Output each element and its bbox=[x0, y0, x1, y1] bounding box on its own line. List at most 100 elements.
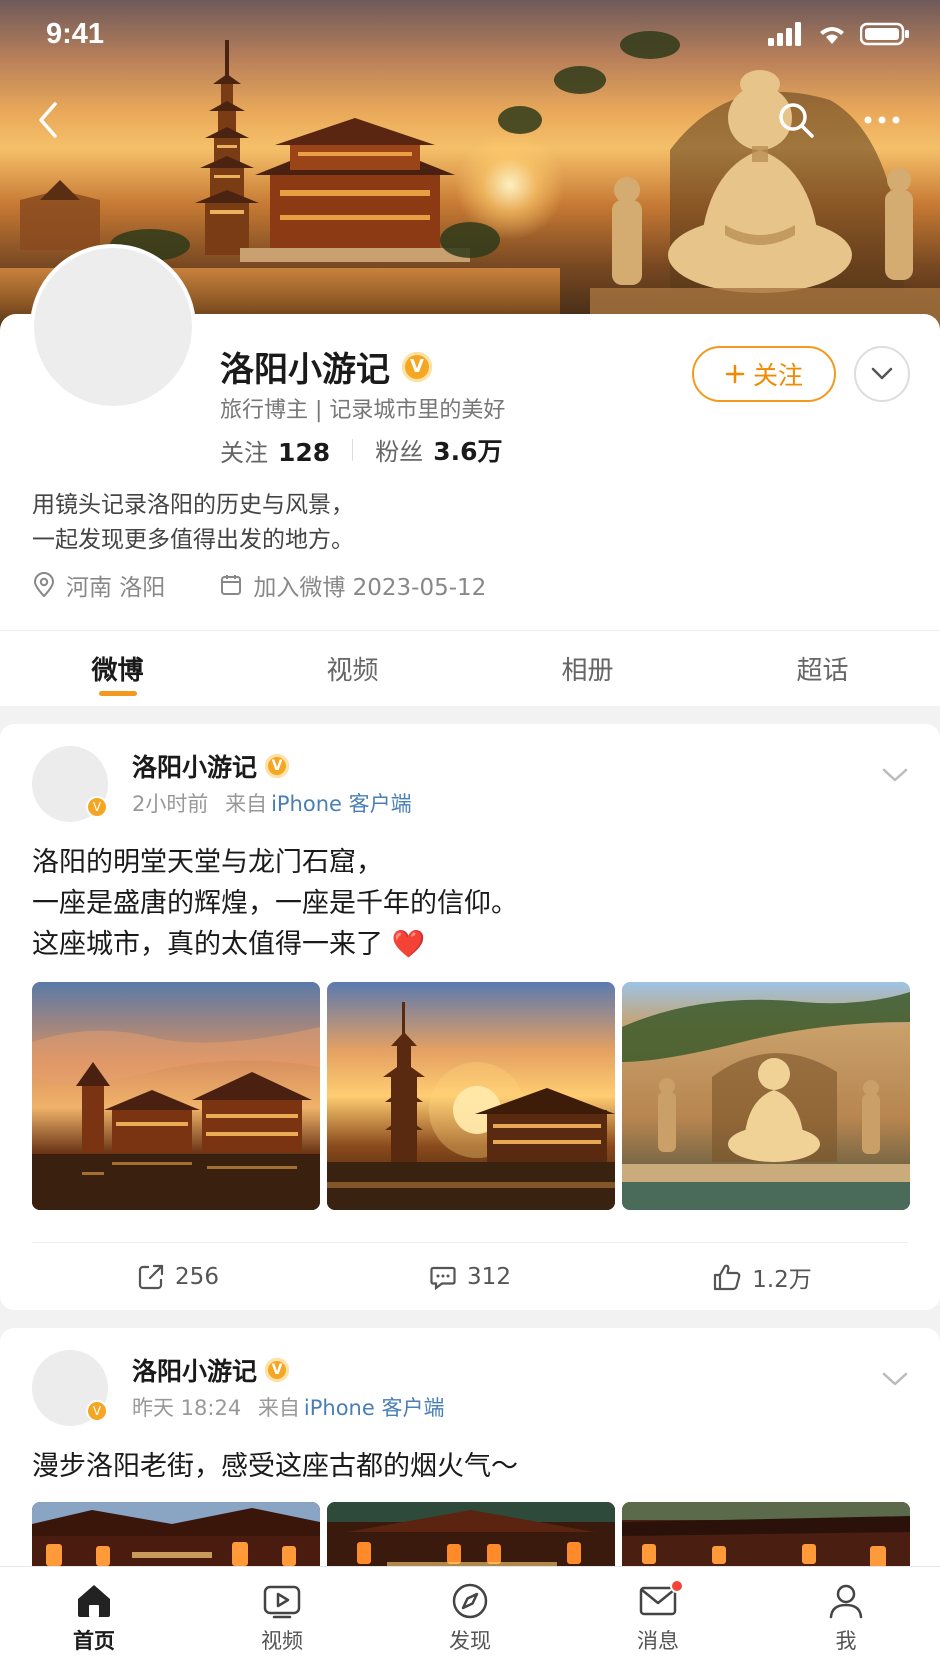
post-actions: 256 312 1.2万 bbox=[32, 1242, 908, 1310]
back-button[interactable] bbox=[20, 92, 76, 148]
post-card[interactable]: V 洛阳小游记 V 2小时前 来自 iPhone 客户端 洛阳的明堂天堂与龙门石窟… bbox=[0, 724, 940, 1310]
post-source[interactable]: iPhone 客户端 bbox=[304, 1396, 445, 1420]
nav-messages[interactable]: 消息 bbox=[564, 1567, 752, 1672]
followers-count: 3.6万 bbox=[433, 437, 503, 466]
post-meta: 2小时前 来自 iPhone 客户端 bbox=[132, 788, 412, 818]
post-text-line: 洛阳的明堂天堂与龙门石窟， bbox=[32, 847, 383, 878]
stat-divider bbox=[352, 439, 354, 461]
bottom-navigation: 首页 视频 发现 消息 我 bbox=[0, 1566, 940, 1672]
post-text-line: 漫步洛阳老街，感受这座古都的烟火气～ bbox=[32, 1451, 518, 1482]
bio-line: 用镜头记录洛阳的历史与风景， bbox=[32, 492, 354, 518]
nav-discover-label: 发现 bbox=[449, 1629, 491, 1653]
verified-badge-icon: V bbox=[265, 754, 290, 778]
chevron-down-icon[interactable] bbox=[880, 760, 910, 790]
post-author-name: 洛阳小游记 bbox=[132, 1357, 258, 1386]
battery-icon bbox=[860, 22, 909, 46]
post-image[interactable] bbox=[622, 982, 910, 1210]
nav-me[interactable]: 我 bbox=[752, 1567, 940, 1672]
profile-join-date: 加入微博 2023-05-12 bbox=[253, 575, 487, 601]
nav-me-label: 我 bbox=[835, 1629, 857, 1653]
verified-badge-icon: V bbox=[265, 1358, 290, 1382]
post-meta: 昨天 18:24 来自 iPhone 客户端 bbox=[132, 1392, 444, 1422]
video-icon bbox=[263, 1585, 301, 1619]
following-label: 关注 bbox=[220, 438, 268, 467]
post-source[interactable]: iPhone 客户端 bbox=[271, 792, 412, 816]
post-author-name: 洛阳小游记 bbox=[132, 753, 258, 782]
post-author[interactable]: 洛阳小游记 V bbox=[132, 748, 290, 784]
chevron-left-icon bbox=[39, 102, 57, 138]
repost-count: 256 bbox=[175, 1263, 219, 1290]
plus-icon bbox=[725, 364, 745, 384]
comment-button[interactable]: 312 bbox=[324, 1243, 616, 1310]
calendar-icon bbox=[221, 575, 242, 595]
post-author-avatar[interactable]: V bbox=[32, 746, 108, 822]
repost-icon bbox=[138, 1264, 164, 1289]
following-count: 128 bbox=[278, 437, 331, 467]
post-card[interactable]: V 洛阳小游记 V 昨天 18:24 来自 iPhone 客户端 漫步洛阳老街，感… bbox=[0, 1328, 940, 1588]
tab-album[interactable]: 相册 bbox=[470, 631, 705, 706]
post-text: 洛阳的明堂天堂与龙门石窟， 一座是盛唐的辉煌，一座是千年的信仰。 这座城市，真的… bbox=[32, 842, 518, 965]
repost-button[interactable]: 256 bbox=[32, 1243, 324, 1310]
post-text: 漫步洛阳老街，感受这座古都的烟火气～ bbox=[32, 1446, 518, 1487]
status-bar: 9:41 bbox=[0, 0, 940, 72]
chevron-down-icon[interactable] bbox=[880, 1364, 910, 1394]
thumbs-up-icon bbox=[714, 1264, 741, 1290]
post-image[interactable] bbox=[327, 982, 615, 1210]
wifi-icon bbox=[820, 27, 844, 44]
nav-video-label: 视频 bbox=[261, 1629, 303, 1653]
chevron-down-icon bbox=[871, 367, 893, 380]
more-horizontal-icon bbox=[864, 116, 900, 124]
profile-avatar[interactable] bbox=[30, 244, 196, 410]
post-image-grid bbox=[32, 982, 910, 1210]
heart-emoji: ❤️ bbox=[391, 929, 426, 960]
profile-name: 洛阳小游记 V bbox=[220, 342, 432, 391]
profile-name-text: 洛阳小游记 bbox=[220, 350, 390, 390]
profile-dropdown-button[interactable] bbox=[854, 346, 910, 402]
location-pin-icon bbox=[33, 572, 55, 598]
profile-description: 旅行博主 | 记录城市里的美好 bbox=[220, 398, 506, 423]
bio-line: 一起发现更多值得出发的地方。 bbox=[32, 527, 354, 553]
nav-messages-label: 消息 bbox=[637, 1629, 679, 1653]
tab-video[interactable]: 视频 bbox=[235, 631, 470, 706]
follow-button[interactable]: 关注 bbox=[692, 346, 836, 402]
verified-badge-icon: V bbox=[402, 351, 432, 382]
comment-count: 312 bbox=[467, 1263, 511, 1290]
like-button[interactable]: 1.2万 bbox=[616, 1243, 908, 1310]
tab-super-topic[interactable]: 超话 bbox=[705, 631, 940, 706]
home-icon bbox=[78, 1585, 110, 1617]
followers-stat[interactable]: 粉丝 3.6万 bbox=[375, 432, 502, 468]
profile-stats: 关注 128 粉丝 3.6万 bbox=[220, 432, 502, 468]
more-options-button[interactable] bbox=[854, 92, 910, 148]
post-image[interactable] bbox=[32, 982, 320, 1210]
person-icon bbox=[829, 1584, 863, 1619]
post-text-line: 一座是盛唐的辉煌，一座是千年的信仰。 bbox=[32, 888, 518, 919]
post-text-line-with-emoji: 这座城市，真的太值得一来了 ❤️ bbox=[32, 924, 518, 965]
unread-badge bbox=[670, 1579, 684, 1593]
status-icons bbox=[768, 22, 910, 46]
follow-button-label: 关注 bbox=[752, 361, 803, 390]
compass-icon bbox=[452, 1583, 488, 1619]
profile-meta: 河南 洛阳 加入微博 2023-05-12 bbox=[32, 568, 486, 602]
verified-badge-icon: V bbox=[86, 1400, 108, 1422]
profile-bio: 用镜头记录洛阳的历史与风景， 一起发现更多值得出发的地方。 bbox=[32, 488, 354, 558]
status-time: 9:41 bbox=[46, 18, 105, 50]
nav-discover[interactable]: 发现 bbox=[376, 1567, 564, 1672]
cellular-signal-icon bbox=[768, 22, 801, 46]
nav-home-label: 首页 bbox=[73, 1629, 115, 1653]
post-author-avatar[interactable]: V bbox=[32, 1350, 108, 1426]
post-time: 2小时前 bbox=[132, 792, 209, 816]
comment-icon bbox=[430, 1266, 456, 1290]
post-from: 来自 bbox=[257, 1396, 300, 1420]
following-stat[interactable]: 关注 128 bbox=[220, 433, 330, 468]
profile-location: 河南 洛阳 bbox=[66, 575, 166, 601]
tab-weibo[interactable]: 微博 bbox=[0, 631, 235, 706]
post-time: 昨天 18:24 bbox=[132, 1396, 242, 1420]
search-button[interactable] bbox=[768, 92, 824, 148]
post-text-line: 这座城市，真的太值得一来了 bbox=[32, 929, 383, 960]
nav-video[interactable]: 视频 bbox=[188, 1567, 376, 1672]
post-author[interactable]: 洛阳小游记 V bbox=[132, 1352, 290, 1388]
nav-home[interactable]: 首页 bbox=[0, 1567, 188, 1672]
profile-tabs: 微博 视频 相册 超话 bbox=[0, 630, 940, 706]
verified-badge-icon: V bbox=[86, 796, 108, 818]
followers-label: 粉丝 bbox=[375, 438, 424, 466]
